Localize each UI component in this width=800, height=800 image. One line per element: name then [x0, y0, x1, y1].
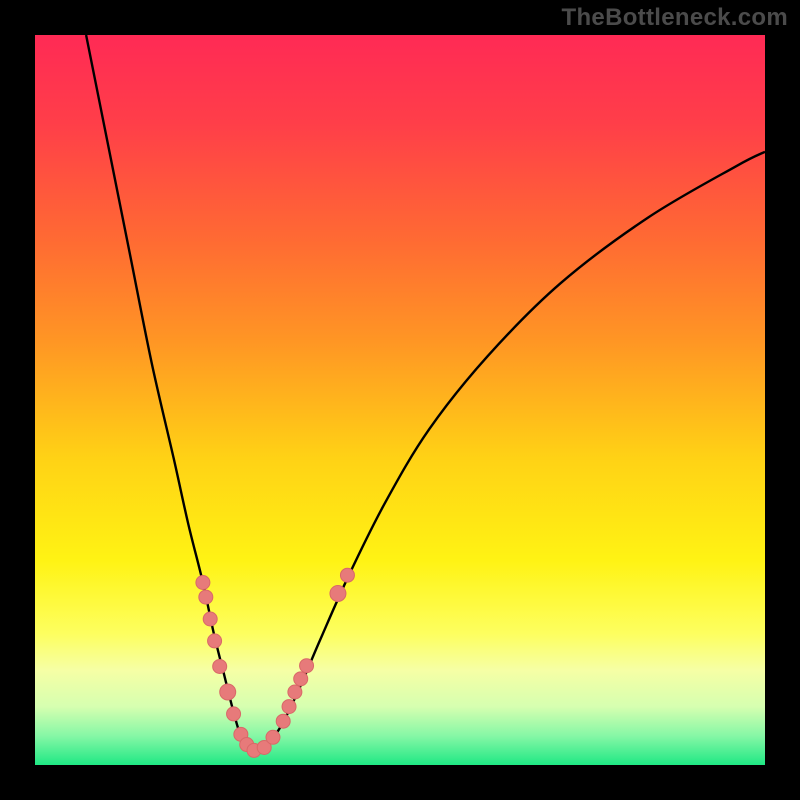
curve-marker [266, 730, 280, 744]
curve-marker [199, 590, 213, 604]
curve-marker [208, 634, 222, 648]
bottleneck-curve [86, 35, 765, 750]
chart-frame: TheBottleneck.com [0, 0, 800, 800]
curve-marker [227, 707, 241, 721]
curve-marker [330, 585, 346, 601]
curve-marker [276, 714, 290, 728]
curve-markers [196, 568, 355, 757]
curve-marker [196, 576, 210, 590]
curve-marker [340, 568, 354, 582]
curve-marker [220, 684, 236, 700]
curve-marker [300, 659, 314, 673]
curve-marker [203, 612, 217, 626]
curve-marker [282, 700, 296, 714]
curve-marker [213, 659, 227, 673]
curve-marker [294, 672, 308, 686]
plot-area [35, 35, 765, 765]
watermark-text: TheBottleneck.com [562, 4, 788, 32]
curve-marker [288, 685, 302, 699]
chart-curve-layer [35, 35, 765, 765]
